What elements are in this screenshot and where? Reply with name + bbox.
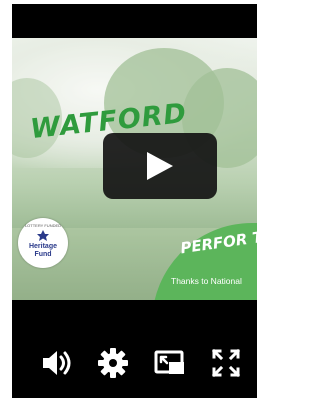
video-thanks-text: Thanks to National bbox=[171, 276, 242, 286]
volume-button[interactable] bbox=[40, 345, 76, 381]
fullscreen-icon bbox=[211, 348, 241, 378]
video-player[interactable]: WATFORD LOTTERY FUNDED Heritage Fund PER… bbox=[12, 4, 257, 398]
fullscreen-button[interactable] bbox=[208, 345, 244, 381]
heritage-fund-logo: LOTTERY FUNDED Heritage Fund bbox=[18, 218, 68, 268]
play-icon bbox=[147, 152, 173, 180]
play-button[interactable] bbox=[103, 133, 217, 199]
picture-in-picture-button[interactable] bbox=[152, 345, 188, 381]
volume-icon bbox=[43, 351, 71, 375]
settings-button[interactable] bbox=[95, 345, 131, 381]
logo-fund-text: Fund bbox=[34, 251, 52, 258]
logo-heritage-text: Heritage bbox=[28, 243, 57, 250]
settings-gear-icon bbox=[98, 348, 128, 378]
picture-in-picture-icon bbox=[154, 350, 184, 374]
lottery-fingers-icon bbox=[37, 230, 49, 241]
logo-small-text: LOTTERY FUNDED bbox=[24, 223, 62, 228]
player-controls-bar bbox=[12, 345, 257, 385]
